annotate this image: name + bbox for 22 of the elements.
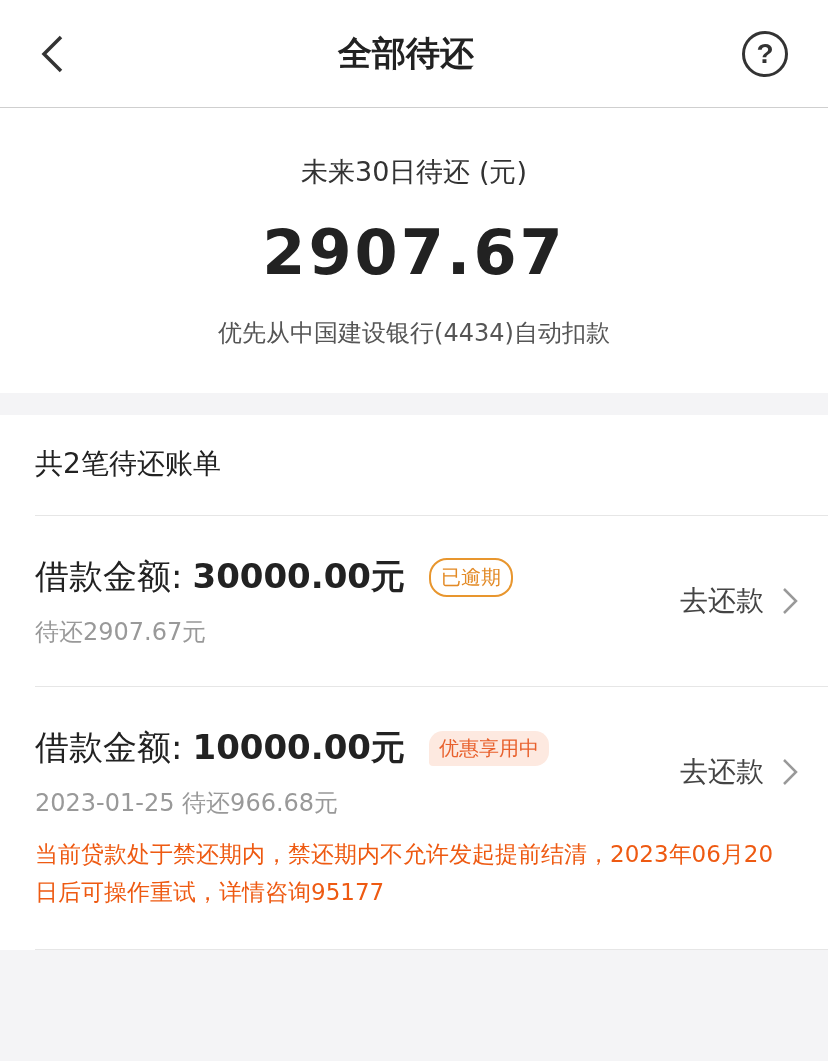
- repay-link[interactable]: 去还款: [680, 582, 798, 620]
- warning-text: 当前贷款处于禁还期内，禁还期内不允许发起提前结清，2023年06月20日后可操作重试，详情咨询95177: [35, 840, 775, 907]
- loan-amount: 30000.00元: [192, 555, 405, 598]
- autopay-note: 优先从中国建设银行(4434)自动扣款: [218, 318, 610, 349]
- loan-label: 借款金额:: [35, 555, 183, 598]
- page-title: 全部待还: [338, 31, 474, 75]
- bill-item[interactable]: 借款金额: 30000.00元 已逾期 待还2907.67元 去还款: [35, 516, 828, 687]
- status-badge: 优惠享用中: [429, 730, 549, 766]
- back-icon: [40, 33, 64, 74]
- due-detail: 2023-01-25 待还966.68元: [35, 788, 340, 819]
- due-detail: 待还2907.67元: [35, 617, 208, 648]
- total-amount: 2907.67: [262, 216, 566, 289]
- repay-link[interactable]: 去还款: [680, 753, 798, 791]
- loan-amount: 10000.00元: [192, 726, 405, 769]
- chevron-right-icon: [782, 587, 798, 615]
- chevron-right-icon: [782, 758, 798, 786]
- status-badge: 已逾期: [429, 557, 513, 597]
- bill-item[interactable]: 借款金额: 10000.00元 优惠享用中 2023-01-25 待还966.68元 去还款 当前贷款处于禁还期内，禁还期内不允许发起提前结清，2023年06月20日后可操作重试，详情咨询95177: [35, 687, 828, 950]
- summary-label: 未来30日待还 (元): [301, 155, 527, 189]
- loan-label: 借款金额:: [35, 726, 183, 769]
- help-button[interactable]: ?: [742, 30, 788, 77]
- list-title: 共2笔待还账单: [35, 415, 828, 516]
